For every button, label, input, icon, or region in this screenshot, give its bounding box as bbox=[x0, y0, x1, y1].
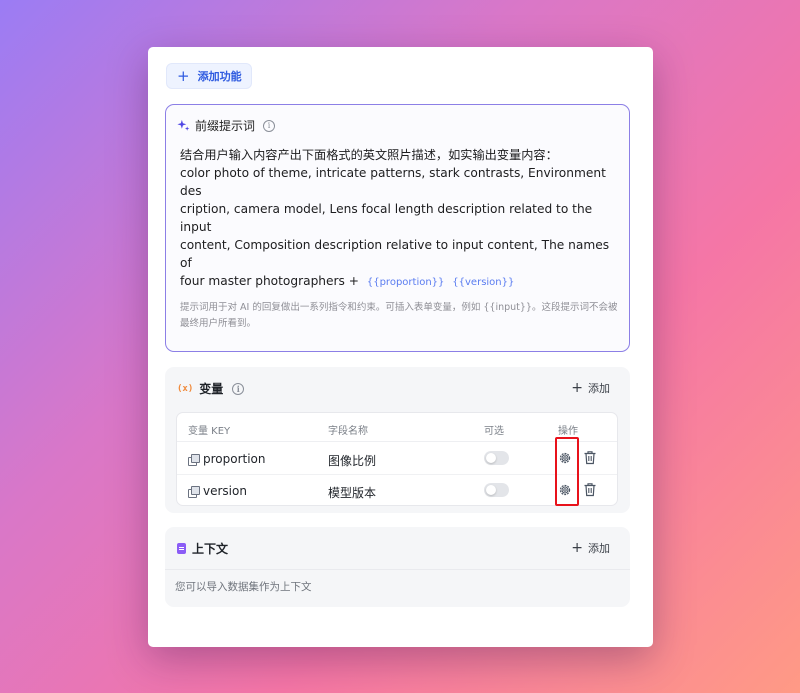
optional-toggle[interactable] bbox=[484, 451, 509, 465]
context-title: 上下文 bbox=[192, 542, 229, 556]
info-icon[interactable]: i bbox=[232, 382, 245, 395]
document-icon bbox=[177, 543, 186, 554]
context-panel: 上下文 + 添加 您可以导入数据集作为上下文 bbox=[165, 527, 630, 607]
add-context-label: 添加 bbox=[588, 542, 610, 555]
feature-config-card: + 添加功能 前缀提示词 i 结合用户输入内容产出下面格式的英文照片描述，如实输… bbox=[148, 47, 653, 647]
sparkle-icon bbox=[177, 119, 190, 131]
variables-header: (x) 变量 i bbox=[177, 380, 245, 397]
add-context-button[interactable]: + 添加 bbox=[571, 540, 610, 556]
variable-key: version bbox=[203, 484, 247, 498]
prompt-line: 结合用户输入内容产出下面格式的英文照片描述，如实输出变量内容： bbox=[180, 148, 558, 162]
variable-icon: (x) bbox=[177, 383, 194, 394]
column-header-name: 字段名称 bbox=[328, 426, 368, 437]
variable-key-cell: version bbox=[188, 484, 247, 498]
optional-toggle[interactable] bbox=[484, 483, 509, 497]
prompt-title: 前缀提示词 bbox=[195, 119, 256, 133]
variable-key-icon bbox=[188, 454, 200, 466]
variables-title: 变量 bbox=[199, 382, 224, 396]
variable-chip-proportion: {{proportion}} bbox=[366, 277, 445, 288]
prompt-line-last: four master photographers + {{proportion… bbox=[180, 272, 620, 292]
add-variable-label: 添加 bbox=[588, 382, 610, 395]
add-feature-button[interactable]: + 添加功能 bbox=[166, 63, 252, 89]
variable-key-cell: proportion bbox=[188, 452, 266, 466]
prefix-prompt-editor[interactable]: 前缀提示词 i 结合用户输入内容产出下面格式的英文照片描述，如实输出变量内容： … bbox=[165, 104, 630, 352]
table-header: 变量 KEY 字段名称 可选 操作 bbox=[177, 413, 617, 442]
variables-panel: (x) 变量 i + 添加 变量 KEY 字段名称 可选 操作 proporti… bbox=[165, 367, 630, 513]
variable-name[interactable]: 图像比例 bbox=[328, 452, 376, 469]
plus-icon: + bbox=[177, 66, 190, 85]
column-header-actions: 操作 bbox=[558, 426, 578, 437]
variable-key-icon bbox=[188, 486, 200, 498]
info-icon[interactable]: i bbox=[263, 119, 276, 132]
variable-chip-version: {{version}} bbox=[452, 277, 515, 288]
context-header: 上下文 bbox=[177, 540, 228, 557]
variables-table: 变量 KEY 字段名称 可选 操作 proportion 图像比例 versio… bbox=[176, 412, 618, 506]
add-variable-button[interactable]: + 添加 bbox=[571, 380, 610, 396]
table-row: version 模型版本 bbox=[177, 475, 617, 507]
prompt-hint: 提示词用于对 AI 的回复做出一系列指令和约束。可插入表单变量，例如 {{inp… bbox=[180, 302, 618, 329]
divider bbox=[165, 569, 630, 570]
context-description: 您可以导入数据集作为上下文 bbox=[175, 581, 312, 593]
variable-key: proportion bbox=[203, 452, 266, 466]
prompt-line: cription, camera model, Lens focal lengt… bbox=[180, 202, 593, 234]
settings-gear-icon[interactable] bbox=[558, 451, 572, 465]
prompt-text[interactable]: 结合用户输入内容产出下面格式的英文照片描述，如实输出变量内容： color ph… bbox=[180, 146, 620, 292]
delete-trash-icon[interactable] bbox=[583, 482, 597, 497]
column-header-key: 变量 KEY bbox=[188, 426, 231, 437]
prompt-header: 前缀提示词 i bbox=[177, 117, 276, 134]
settings-gear-icon[interactable] bbox=[558, 483, 572, 497]
plus-icon: + bbox=[571, 540, 583, 556]
add-feature-label: 添加功能 bbox=[197, 70, 242, 83]
prompt-line: color photo of theme, intricate patterns… bbox=[180, 166, 606, 198]
delete-trash-icon[interactable] bbox=[583, 450, 597, 465]
prompt-line: content, Composition description relativ… bbox=[180, 238, 610, 270]
plus-icon: + bbox=[571, 380, 583, 396]
prompt-line: four master photographers + bbox=[180, 274, 359, 288]
column-header-optional: 可选 bbox=[484, 426, 504, 437]
variable-name[interactable]: 模型版本 bbox=[328, 484, 376, 501]
table-row: proportion 图像比例 bbox=[177, 443, 617, 475]
